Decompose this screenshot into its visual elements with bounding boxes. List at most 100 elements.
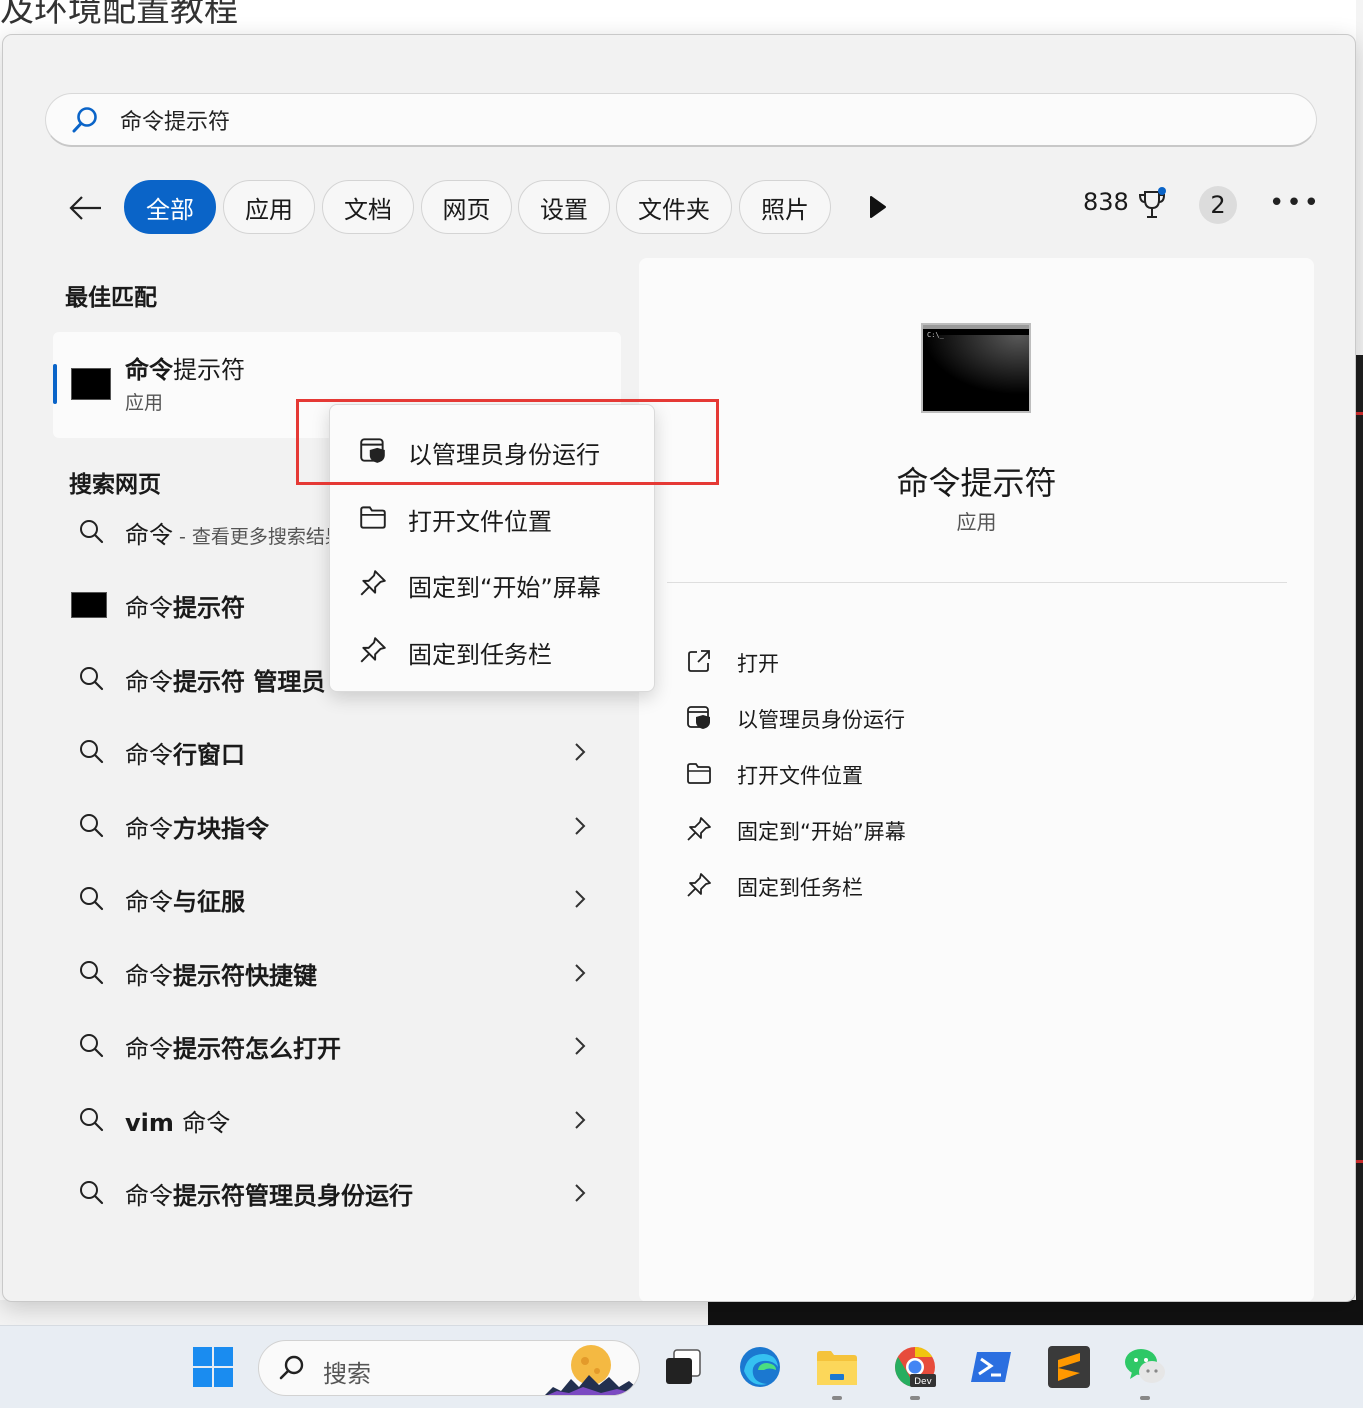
search-web-heading: 搜索网页 <box>69 472 161 498</box>
web-result-row[interactable]: 命令与征服 <box>53 868 621 928</box>
pin-icon <box>360 637 386 663</box>
app-type: 应用 <box>956 510 997 534</box>
chevron-right-icon[interactable] <box>573 888 587 910</box>
search-icon <box>72 106 97 132</box>
search-icon <box>80 1108 104 1132</box>
search-icon <box>80 740 104 764</box>
background-dark-strip <box>708 1300 1363 1328</box>
web-result-row[interactable]: 命令提示符管理员身份运行 <box>53 1162 621 1222</box>
running-indicator <box>910 1396 920 1400</box>
chevron-right-icon[interactable] <box>573 962 587 984</box>
search-icon <box>80 814 104 838</box>
chevron-right-icon[interactable] <box>573 1035 587 1057</box>
edge-browser-icon[interactable] <box>737 1344 783 1390</box>
best-match-heading: 最佳匹配 <box>65 285 157 311</box>
web-result-row[interactable]: 命令提示符怎么打开 <box>53 1015 621 1075</box>
tab-all[interactable]: 全部 <box>124 180 216 234</box>
tab-documents[interactable]: 文档 <box>322 180 414 234</box>
tab-settings[interactable]: 设置 <box>518 180 610 234</box>
action-open[interactable]: 打开 <box>685 641 1265 681</box>
background-mark <box>1356 1160 1363 1163</box>
chevron-right-icon[interactable] <box>573 741 587 763</box>
taskbar-search[interactable]: 搜索 <box>258 1340 640 1396</box>
web-result-text: 命令提示符怎么打开 <box>125 1035 341 1063</box>
running-indicator <box>832 1396 842 1400</box>
background-page-title: 及环境配置教程 <box>0 0 238 30</box>
app-detail-pane: C:\_ 命令提示符 应用 打开 以管理员身份运行 <box>639 258 1314 1301</box>
action-open-file-location[interactable]: 打开文件位置 <box>685 753 1265 793</box>
search-icon <box>80 1181 104 1205</box>
shield-icon <box>687 706 710 729</box>
background-mark <box>1356 412 1363 415</box>
svg-text:Dev: Dev <box>914 1377 932 1387</box>
annotation-highlight <box>296 399 719 485</box>
selection-indicator <box>53 364 57 404</box>
pin-icon <box>360 570 386 596</box>
taskbar-search-label: 搜索 <box>323 1360 371 1388</box>
action-pin-to-start[interactable]: 固定到“开始”屏幕 <box>685 809 1265 849</box>
trophy-icon[interactable] <box>1137 186 1167 222</box>
search-box[interactable] <box>45 93 1317 147</box>
background-strip <box>1356 0 1363 355</box>
context-open-file-location[interactable]: 打开文件位置 <box>330 486 656 548</box>
task-view-icon[interactable] <box>660 1344 706 1390</box>
more-options-icon[interactable]: ••• <box>1269 188 1321 218</box>
chevron-right-icon[interactable] <box>573 1182 587 1204</box>
app-title: 命令提示符 <box>896 464 1057 502</box>
cmd-app-icon <box>71 368 111 400</box>
search-icon <box>80 887 104 911</box>
folder-icon <box>360 506 386 529</box>
sublime-text-icon[interactable] <box>1046 1344 1092 1390</box>
notification-count[interactable]: 2 <box>1199 186 1237 224</box>
folder-icon <box>687 763 711 784</box>
action-run-as-admin[interactable]: 以管理员身份运行 <box>685 697 1265 737</box>
web-result-text: 命令提示符 <box>125 594 245 622</box>
search-input[interactable] <box>120 107 1220 132</box>
tab-folders[interactable]: 文件夹 <box>616 180 732 234</box>
search-icon <box>80 1034 104 1058</box>
best-match-name: 命令提示符 <box>125 356 245 384</box>
chevron-right-icon[interactable] <box>573 815 587 837</box>
chrome-dev-icon[interactable]: Dev <box>892 1344 938 1390</box>
search-icon <box>80 520 104 544</box>
context-pin-to-taskbar[interactable]: 固定到任务栏 <box>330 619 656 681</box>
file-explorer-icon[interactable] <box>814 1344 860 1390</box>
rewards-points[interactable]: 838 <box>1083 188 1129 216</box>
filter-bar: 全部 应用 文档 网页 设置 文件夹 照片 838 2 ••• <box>3 178 1355 236</box>
web-result-row[interactable]: 命令行窗口 <box>53 721 621 781</box>
cmd-app-icon: C:\_ <box>921 323 1031 413</box>
open-external-icon <box>688 650 710 672</box>
search-highlight-illustration-icon <box>545 1345 639 1395</box>
background-strip <box>0 1300 708 1328</box>
web-result-text: 命令提示符 管理员 <box>125 668 326 696</box>
tab-apps[interactable]: 应用 <box>223 180 315 234</box>
web-result-text: 命令 - 查看更多搜索结果 <box>125 521 344 549</box>
web-result-row[interactable]: 命令提示符快捷键 <box>53 942 621 1002</box>
back-arrow-icon[interactable] <box>65 188 105 228</box>
play-icon[interactable] <box>865 194 889 220</box>
web-result-text: 命令方块指令 <box>125 815 269 843</box>
search-icon <box>80 667 104 691</box>
pin-icon <box>687 873 711 897</box>
web-result-text: vim 命令 <box>125 1109 231 1137</box>
pin-icon <box>687 817 711 841</box>
tab-web[interactable]: 网页 <box>421 180 512 234</box>
context-pin-to-start[interactable]: 固定到“开始”屏幕 <box>330 552 656 614</box>
web-result-row[interactable]: vim 命令 <box>53 1089 621 1149</box>
wechat-icon[interactable] <box>1122 1344 1168 1390</box>
web-result-row[interactable]: 命令方块指令 <box>53 795 621 855</box>
running-indicator <box>1140 1396 1150 1400</box>
windows-start-icon[interactable] <box>190 1344 236 1390</box>
web-result-text: 命令提示符快捷键 <box>125 962 317 990</box>
divider <box>667 582 1287 583</box>
search-icon <box>80 961 104 985</box>
cmd-app-icon <box>71 592 107 618</box>
chevron-right-icon[interactable] <box>573 1109 587 1131</box>
powershell-icon[interactable] <box>969 1344 1015 1390</box>
taskbar: 搜索 Dev <box>0 1325 1363 1408</box>
tab-photos[interactable]: 照片 <box>739 180 831 234</box>
web-result-text: 命令提示符管理员身份运行 <box>125 1182 413 1210</box>
action-pin-to-taskbar[interactable]: 固定到任务栏 <box>685 865 1265 905</box>
web-result-text: 命令行窗口 <box>125 741 245 769</box>
best-match-type: 应用 <box>125 392 164 414</box>
